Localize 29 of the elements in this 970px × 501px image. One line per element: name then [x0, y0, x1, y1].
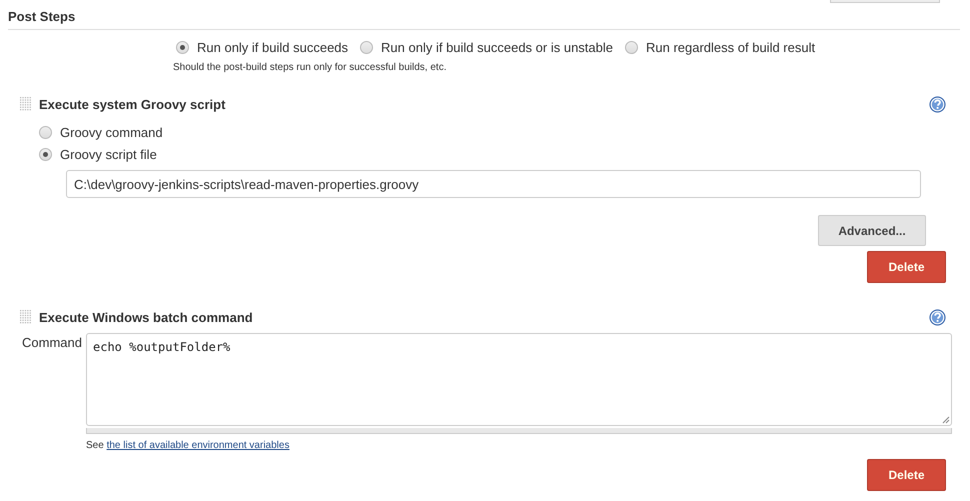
variables-link[interactable]: the list of available environment variables — [106, 440, 290, 451]
step-title: Execute system Groovy script — [39, 96, 226, 112]
section-title: Post Steps — [8, 9, 76, 24]
field-label: Command — [21, 334, 82, 352]
drag-handle-icon[interactable] — [20, 310, 32, 324]
input-field[interactable]: C:\dev\groovy-jenkins-scripts\read-maven-properties.groovy — [66, 170, 921, 198]
drag-handle-icon[interactable] — [20, 97, 32, 111]
radio-button[interactable] — [176, 41, 189, 54]
step-title: Execute Windows batch command — [39, 310, 253, 324]
radio-button[interactable] — [360, 41, 374, 54]
hint-text: Should the post-build steps run only for successful builds, etc. — [173, 62, 448, 73]
delete-button[interactable]: Delete — [867, 251, 946, 283]
radio-button[interactable] — [39, 148, 52, 161]
radio-label[interactable]: Run only if build succeeds — [197, 40, 348, 55]
radio-label[interactable]: Groovy script file — [60, 147, 157, 162]
radio-label[interactable]: Run only if build succeeds or is unstable — [381, 40, 613, 55]
help-text: See the list of available environment variables — [86, 440, 290, 451]
radio-label[interactable]: Groovy command — [60, 125, 163, 140]
help-icon[interactable] — [929, 96, 946, 113]
resize-handle[interactable] — [86, 428, 952, 434]
advanced-button[interactable]: Advanced... — [818, 215, 926, 246]
button-edge[interactable] — [830, 0, 940, 3]
help-icon[interactable] — [929, 309, 946, 326]
radio-label[interactable]: Run regardless of build result — [646, 40, 816, 55]
delete-button[interactable]: Delete — [867, 459, 946, 491]
command-field[interactable]: echo %outputFolder% — [86, 333, 952, 426]
resize-grip-icon[interactable] — [941, 415, 950, 424]
radio-button[interactable] — [625, 41, 638, 54]
radio-button[interactable] — [39, 126, 52, 139]
